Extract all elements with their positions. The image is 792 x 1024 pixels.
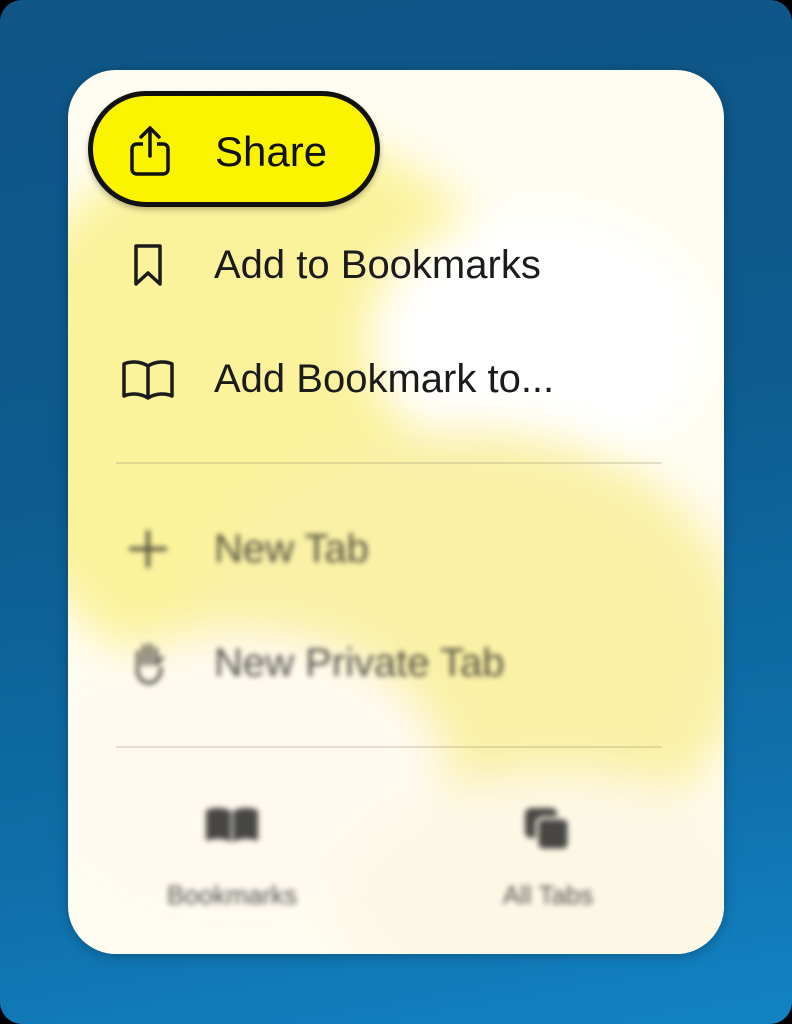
hand-icon <box>120 640 176 686</box>
menu-divider <box>116 746 662 748</box>
bookmarks-label: Bookmarks <box>166 880 298 910</box>
menu-item-add-to-bookmarks[interactable]: Add to Bookmarks <box>68 222 724 308</box>
share-button[interactable]: Share <box>88 91 380 207</box>
menu-item-new-tab[interactable]: New Tab <box>68 506 724 592</box>
bookmark-icon <box>120 242 176 288</box>
plus-icon <box>120 526 176 572</box>
menu-item-label: New Private Tab <box>214 641 505 685</box>
bookmarks-button[interactable]: Bookmarks <box>122 806 342 926</box>
menu-item-new-private-tab[interactable]: New Private Tab <box>68 620 724 706</box>
menu-item-add-bookmark-to[interactable]: Add Bookmark to... <box>68 336 724 422</box>
all-tabs-button[interactable]: All Tabs <box>438 806 658 926</box>
share-icon <box>123 124 177 178</box>
share-label: Share <box>215 128 328 175</box>
tabs-icon <box>523 806 573 857</box>
menu-divider <box>116 462 662 464</box>
menu-item-label: New Tab <box>214 527 369 571</box>
bookmarks-book-icon <box>204 806 260 849</box>
screen-background: Add to Bookmarks Add Bookmark to... New … <box>0 0 792 1024</box>
all-tabs-label: All Tabs <box>502 880 594 910</box>
open-book-icon <box>120 356 176 402</box>
menu-item-label: Add Bookmark to... <box>214 357 555 401</box>
menu-item-label: Add to Bookmarks <box>214 243 541 287</box>
